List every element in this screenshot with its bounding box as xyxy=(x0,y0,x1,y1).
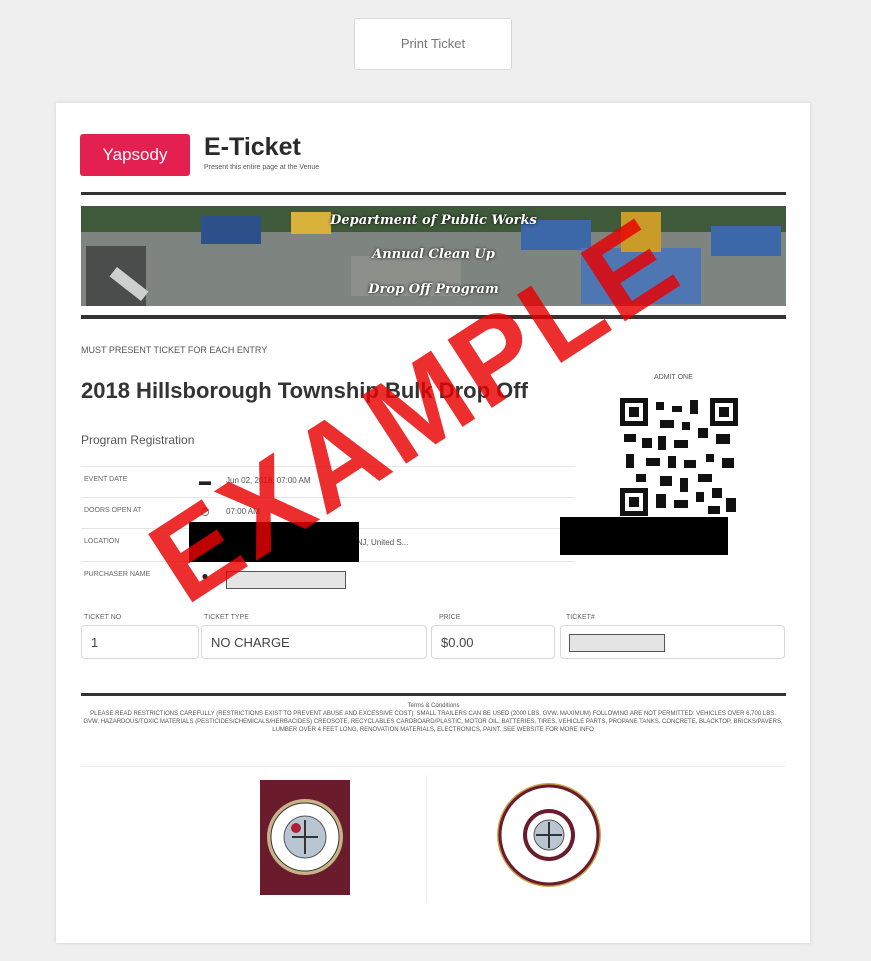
qr-code xyxy=(620,398,738,516)
hillsborough-seal xyxy=(260,780,350,895)
terms-title: Terms & Conditions xyxy=(407,703,460,709)
event-date-label: EVENT DATE xyxy=(84,476,128,483)
ticket-type-value: NO CHARGE xyxy=(201,625,427,659)
redaction-box xyxy=(189,522,359,562)
event-subtitle: Program Registration xyxy=(81,433,195,447)
redaction-box xyxy=(560,517,728,555)
divider xyxy=(81,766,786,767)
ticket-heading: E-Ticket xyxy=(204,133,301,161)
event-title: 2018 Hillsborough Township Bulk Drop Off xyxy=(81,378,528,403)
ticket-number-header: TICKET# xyxy=(566,614,595,621)
divider xyxy=(81,192,786,195)
ticket-no-header: TICKET NO xyxy=(84,614,122,621)
purchaser-row: PURCHASER NAME ● xyxy=(81,561,575,596)
price-value: $0.00 xyxy=(431,625,555,659)
banner-line-2: Annual Clean Up xyxy=(372,247,495,262)
print-ticket-button[interactable]: Print Ticket xyxy=(354,18,512,70)
divider xyxy=(426,775,427,903)
event-date-value: Jun 02, 2018, 07:00 AM xyxy=(226,476,311,485)
purchaser-label: PURCHASER NAME xyxy=(84,571,151,578)
doors-open-value: 07:00 AM xyxy=(226,507,260,516)
admit-one-label: ADMIT ONE xyxy=(654,374,693,381)
event-date-row: EVENT DATE ▬ Jun 02, 2018, 07:00 AM xyxy=(81,466,575,495)
ticket-number-field xyxy=(569,634,665,652)
ticket-number-cell xyxy=(560,625,785,659)
yapsody-logo: Yapsody xyxy=(80,134,190,176)
e-ticket-card: Yapsody E-Ticket Present this entire pag… xyxy=(56,103,810,943)
clock-icon: ⏱ xyxy=(200,505,210,519)
ticket-type-header: TICKET TYPE xyxy=(204,614,249,621)
divider xyxy=(81,315,786,319)
event-banner: Department of Public Works Annual Clean … xyxy=(81,206,786,306)
banner-line-1: Department of Public Works xyxy=(330,213,537,228)
price-header: PRICE xyxy=(439,614,461,621)
divider xyxy=(81,693,786,696)
entry-notice: MUST PRESENT TICKET FOR EACH ENTRY xyxy=(81,345,268,355)
location-label: LOCATION xyxy=(84,538,120,545)
terms-text: PLEASE READ RESTRICTIONS CAREFULLY (REST… xyxy=(83,711,783,733)
person-icon: ● xyxy=(201,569,209,583)
calendar-icon: ▬ xyxy=(199,474,211,488)
purchaser-name-field xyxy=(226,571,346,589)
ticket-subheading: Present this entire page at the Venue xyxy=(204,164,320,171)
public-works-seal xyxy=(497,783,601,887)
doors-open-label: DOORS OPEN AT xyxy=(84,507,142,514)
banner-line-3: Drop Off Program xyxy=(368,282,499,297)
ticket-no-value: 1 xyxy=(81,625,199,659)
